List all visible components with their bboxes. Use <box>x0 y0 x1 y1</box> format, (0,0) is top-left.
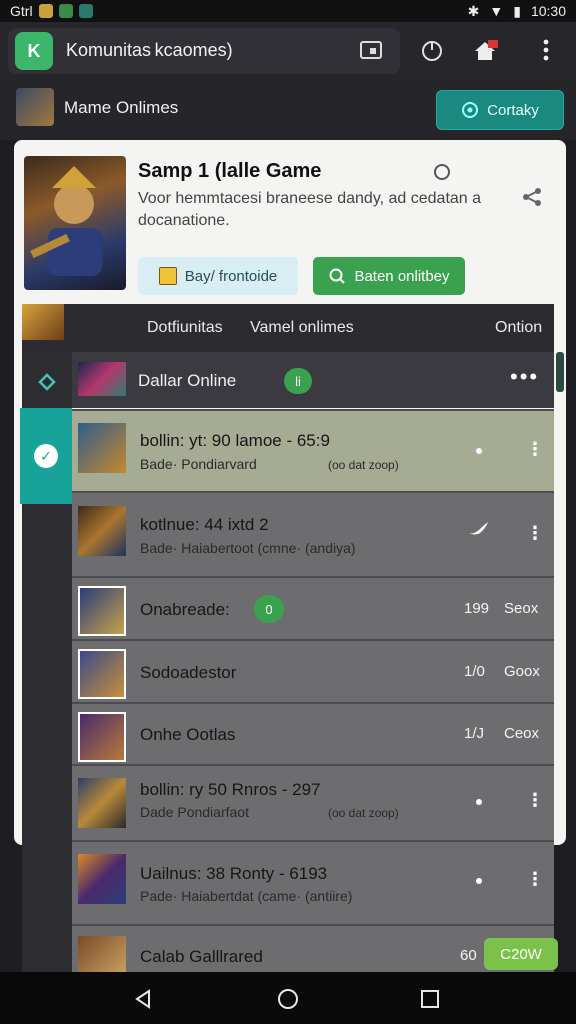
section-title: Mame Onlimes <box>64 98 179 117</box>
game-notification-icon <box>58 4 73 18</box>
list-item-unit: Ceox <box>504 725 540 742</box>
gallery-notification-icon <box>38 4 53 18</box>
game-title: Samp 1 (lalle Game <box>138 160 322 182</box>
scrollbar[interactable] <box>556 352 564 392</box>
list-item-subtitle: Bade· Haiabertoot (cmne· (andiya) <box>140 540 356 556</box>
rail-check-button[interactable]: ✓ <box>20 408 72 504</box>
game-description: Voor hemmtacesi braneese dandy, ad cedat… <box>138 190 482 229</box>
list-item-count: 60 <box>460 947 477 964</box>
status-indicator-icon <box>434 164 450 180</box>
list-item-title: Onhe Ootlas <box>140 725 236 744</box>
recents-icon[interactable] <box>415 984 445 1014</box>
tab-bar-thumbnail <box>22 304 64 340</box>
status-dot-icon <box>476 878 482 884</box>
list-item-title: bollin: yt: 90 lamoe - 65:9 <box>140 431 330 450</box>
list-item-title: kotlnue: 44 ixtd 2 <box>140 515 269 534</box>
status-app-text: Gtrl <box>10 3 33 19</box>
more-vert-icon[interactable]: ⋮ <box>526 523 544 544</box>
list-item-thumbnail <box>78 586 126 636</box>
list-item[interactable]: Calab Galllrared 60 C20W <box>72 924 558 974</box>
list-item-unit: Goox <box>504 663 540 680</box>
play-online-button[interactable]: Baten onlitbey <box>313 257 465 295</box>
more-vert-icon[interactable] <box>532 36 560 64</box>
shield-notification-icon <box>78 4 93 18</box>
list-item-title: bollin: ry 50 Rnros - 297 <box>140 780 321 799</box>
bird-icon[interactable] <box>466 519 490 545</box>
more-vert-icon[interactable]: ⋮ <box>526 869 544 890</box>
list-item-title: Sodoadestor <box>140 663 237 682</box>
frontoide-button-label: Bay/ frontoide <box>184 267 278 285</box>
wifi-icon: ▼ <box>489 3 504 19</box>
tag-icon <box>158 267 177 285</box>
contact-button[interactable]: Cortaky <box>436 90 564 130</box>
status-dot-icon <box>476 448 482 454</box>
list-item-note: (oo dat zoop) <box>328 806 399 820</box>
list-item-subtitle: Pade· Haiabertdat (came· (antiire) <box>140 888 353 904</box>
contact-button-label: Cortaky <box>487 101 539 119</box>
frontoide-button[interactable]: Bay/ frontoide <box>138 257 298 295</box>
list-item-count: 199 <box>464 600 490 617</box>
home-alert-icon[interactable] <box>472 36 500 64</box>
list-item-count: 1/0 <box>464 663 485 680</box>
battery-icon: ▮ <box>513 2 521 19</box>
list-item-action-pill[interactable]: C20W <box>484 938 558 970</box>
section-header: Mame Onlimes Cortaky <box>0 80 576 140</box>
cast-icon[interactable] <box>357 36 385 64</box>
list-item[interactable]: Uailnus: 38 Ronty - 6193 Pade· Haiabertd… <box>72 840 554 924</box>
tab-komunitas[interactable]: Dotfiunitas <box>147 319 223 337</box>
list-item[interactable]: Sodoadestor 1/0 Goox <box>72 639 554 702</box>
list-item-thumbnail <box>78 649 126 699</box>
list-item-badge: 0 <box>254 595 284 623</box>
check-circle-icon: ✓ <box>34 444 58 468</box>
list-header-title: Dallar Online <box>138 371 237 390</box>
list-item-thumbnail <box>78 506 126 556</box>
tab-games-online[interactable]: Vamel onlimes <box>250 319 354 337</box>
list-item-thumbnail <box>78 936 126 974</box>
list-item[interactable]: Onhe Ootlas 1/J Ceox <box>72 702 554 764</box>
tab-bar: Dotfiunitas Vamel onlimes Ontion <box>22 304 554 352</box>
more-horiz-icon[interactable]: ••• <box>510 364 539 390</box>
diamond-icon <box>38 373 56 391</box>
list-item-thumbnail <box>78 854 126 904</box>
list-item[interactable]: Onabreade: 0 199 Seox <box>72 576 554 639</box>
app-logo-icon[interactable]: K <box>15 32 53 70</box>
search-icon <box>329 268 346 284</box>
section-avatar <box>16 88 54 126</box>
list-item-subtitle: Dade Pondiarfaot <box>140 804 249 820</box>
tab-options[interactable]: Ontion <box>495 319 542 337</box>
list-item-thumbnail <box>78 712 126 762</box>
more-vert-icon[interactable]: ⋮ <box>526 790 544 811</box>
list-item-subtitle: Bade· Pondiarvard <box>140 456 257 472</box>
share-icon[interactable] <box>521 186 543 208</box>
list-item-unit: Seox <box>504 600 539 617</box>
app-bar: K Komunitas kcaomes) <box>0 22 576 80</box>
game-cover-image[interactable] <box>24 156 126 290</box>
status-dot-icon <box>476 799 482 805</box>
list-header: Dallar Online li ••• <box>72 352 554 408</box>
list-item[interactable]: bollin: ry 50 Rnros - 297 Dade Pondiarfa… <box>72 764 554 840</box>
back-icon[interactable] <box>128 984 158 1014</box>
system-nav-bar <box>0 972 576 1024</box>
list-item-title: Onabreade: <box>140 600 230 619</box>
play-online-button-label: Baten onlitbey <box>354 267 450 285</box>
list-item-thumbnail <box>78 423 126 473</box>
app-title: Komunitas kcaomes) <box>66 40 233 60</box>
clock: 10:30 <box>530 3 566 19</box>
more-vert-icon[interactable]: ⋮ <box>526 439 544 460</box>
list-header-thumbnail <box>78 362 126 396</box>
contact-icon <box>462 102 479 118</box>
home-icon[interactable] <box>273 984 303 1014</box>
list-item-note: (oo dat zoop) <box>328 458 399 472</box>
power-icon[interactable] <box>418 36 446 64</box>
list-header-badge: li <box>284 368 312 394</box>
list-item-title: Uailnus: 38 Ronty - 6193 <box>140 864 328 883</box>
list-item-count: 1/J <box>464 725 485 742</box>
rail-diamond-button[interactable] <box>22 358 72 406</box>
list-item[interactable]: kotlnue: 44 ixtd 2 Bade· Haiabertoot (cm… <box>72 491 554 576</box>
list-item[interactable]: bollin: yt: 90 lamoe - 65:9 Bade· Pondia… <box>72 409 554 491</box>
list-item-thumbnail <box>78 778 126 828</box>
status-bar: Gtrl ✱ ▼ ▮ 10:30 <box>0 0 576 22</box>
bluetooth-icon: ✱ <box>467 2 480 19</box>
list-item-title: Calab Galllrared <box>140 947 263 966</box>
